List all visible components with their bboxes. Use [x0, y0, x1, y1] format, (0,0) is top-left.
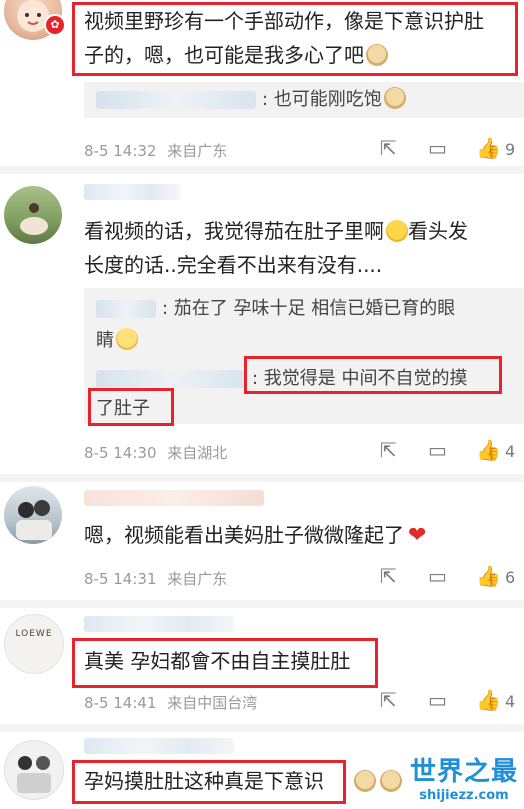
share-icon[interactable]: ⇱	[380, 438, 397, 462]
comment-icon[interactable]: ▭	[428, 688, 447, 712]
share-icon[interactable]: ⇱	[380, 564, 397, 588]
comment-text: 看视频的话，我觉得茄在肚子里啊 看头发 长度的话..完全看不出来有没有....	[84, 214, 468, 282]
avatar[interactable]	[4, 186, 62, 244]
avatar-family-icon	[17, 756, 51, 793]
location: 来自湖北	[167, 444, 228, 462]
watermark-url: shijiezz.com	[419, 788, 509, 803]
like-count: 4	[505, 442, 516, 461]
grinning-emoji-icon	[116, 328, 138, 350]
watermark: 世界之最 shijiezz.com	[410, 751, 518, 803]
comment-meta: 8-5 14:41 来自中国台湾	[84, 692, 257, 713]
divider	[0, 474, 524, 482]
comment-3: 嗯，视频能看出美妈肚子微微隆起了 ❤ 8-5 14:31 来自广东 ⇱ ▭ 👍 6	[0, 482, 524, 600]
watermark-title: 世界之最	[409, 757, 518, 787]
highlight-box	[244, 356, 502, 394]
highlight-box	[72, 2, 518, 76]
like-count: 4	[505, 692, 516, 711]
blurred-username	[96, 370, 246, 388]
blurred-username	[96, 300, 156, 318]
divider	[0, 600, 524, 608]
timestamp: 8-5 14:41	[84, 694, 157, 712]
timestamp: 8-5 14:32	[84, 142, 157, 160]
comment-meta: 8-5 14:30 来自湖北	[84, 442, 227, 463]
highlight-box	[72, 638, 378, 688]
comment-meta: 8-5 14:32 来自广东	[84, 140, 227, 161]
thumbs-up-icon[interactable]: 👍	[476, 438, 501, 462]
reply-box[interactable]: : 也可能刚吃饱	[84, 82, 524, 118]
comment-text: 嗯，视频能看出美妈肚子微微隆起了 ❤	[84, 523, 427, 548]
comment-line: 长度的话..完全看不出来有没有....	[84, 253, 383, 277]
comment-1: ✿ 视频里野珍有一个手部动作，像是下意识护肚 子的，嗯，也可能是我多心了吧 : …	[0, 0, 524, 166]
doge-emoji-icon	[380, 770, 402, 792]
username-blurred[interactable]	[84, 616, 234, 632]
doge-emoji-icon	[383, 87, 406, 109]
avatar-photo-icon	[20, 203, 48, 235]
avatar[interactable]	[4, 486, 62, 544]
thinking-emoji-icon	[386, 220, 408, 242]
share-icon[interactable]: ⇱	[380, 688, 397, 712]
username-blurred[interactable]	[84, 738, 234, 754]
thumbs-up-icon[interactable]: 👍	[476, 564, 501, 588]
comment-icon[interactable]: ▭	[428, 564, 447, 588]
comment-meta: 8-5 14:31 来自广东	[84, 568, 227, 589]
location: 来自广东	[167, 142, 228, 160]
like-count: 6	[505, 568, 516, 587]
comment-icon[interactable]: ▭	[428, 438, 447, 462]
timestamp: 8-5 14:30	[84, 444, 157, 462]
comment-line: 看视频的话，我觉得茄在肚子里啊 看头发	[84, 219, 468, 243]
doge-emoji-icon	[354, 770, 376, 792]
red-heart-icon: ❤	[408, 523, 427, 548]
verified-badge-icon: ✿	[44, 14, 66, 36]
share-icon[interactable]: ⇱	[380, 136, 397, 160]
thumbs-up-icon[interactable]: 👍	[476, 136, 501, 160]
blurred-username	[96, 91, 256, 109]
avatar[interactable]	[4, 740, 64, 800]
username-blurred[interactable]	[84, 184, 180, 200]
divider	[0, 166, 524, 174]
highlight-box	[88, 388, 174, 426]
like-count: 9	[505, 140, 516, 159]
comment-icon[interactable]: ▭	[428, 136, 447, 160]
timestamp: 8-5 14:31	[84, 570, 157, 588]
comment-2: 看视频的话，我觉得茄在肚子里啊 看头发 长度的话..完全看不出来有没有.... :…	[0, 174, 524, 474]
username-blurred[interactable]	[84, 490, 264, 506]
avatar-couple-icon	[16, 500, 52, 540]
comment-4: LOEWE 真美 孕妇都會不由自主摸肚肚 8-5 14:41 来自中国台湾 ⇱ …	[0, 608, 524, 724]
divider	[0, 724, 524, 732]
location: 来自中国台湾	[167, 694, 258, 712]
location: 来自广东	[167, 570, 228, 588]
highlight-box	[72, 760, 346, 804]
avatar-brand-text: LOEWE	[15, 629, 53, 639]
avatar[interactable]: LOEWE	[4, 614, 64, 674]
thumbs-up-icon[interactable]: 👍	[476, 688, 501, 712]
